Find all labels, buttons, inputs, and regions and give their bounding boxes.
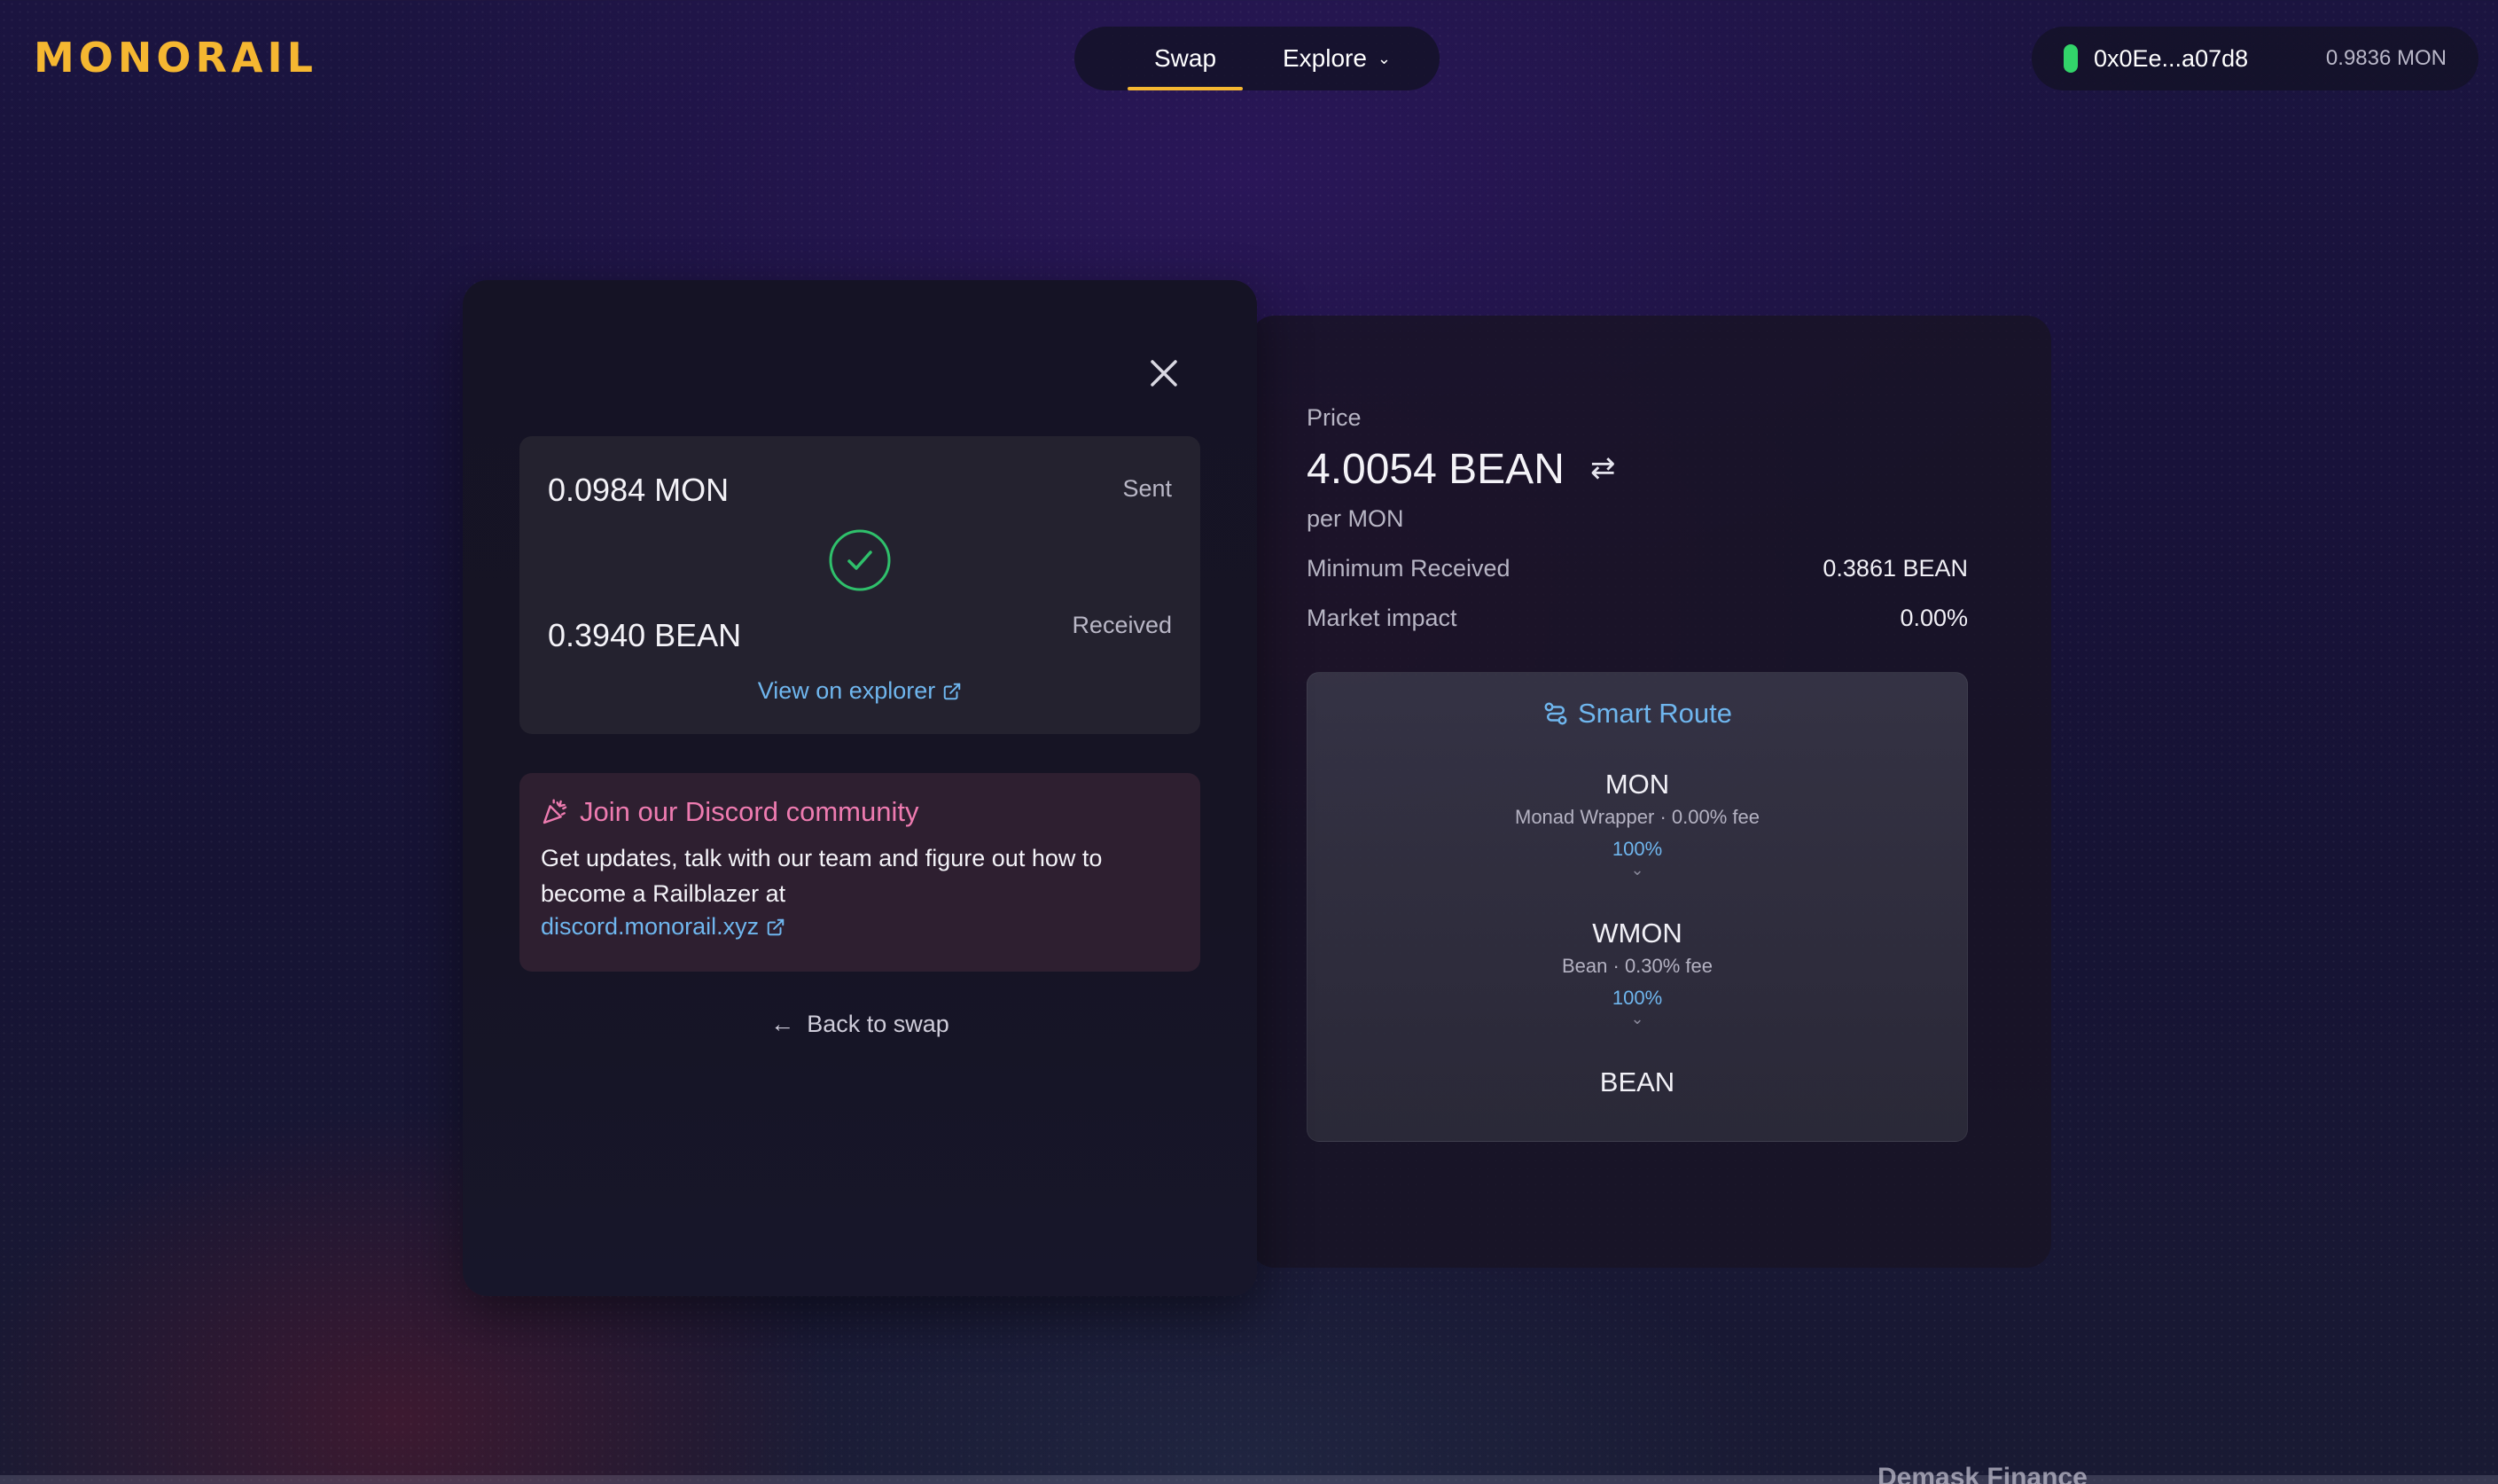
smart-route-box: Smart Route MON Monad Wrapper · 0.00% fe… — [1307, 672, 1968, 1142]
market-impact-label: Market impact — [1307, 605, 1457, 631]
hop-venue-name: Monad Wrapper — [1515, 806, 1655, 828]
monorail-logo[interactable]: MONORAIL — [34, 34, 317, 82]
wallet-balance: 0.9836 MON — [2325, 46, 2447, 70]
route-hop: WMON Bean · 0.30% fee 100% ⌄ — [1308, 918, 1967, 1028]
min-received-value: 0.3861 BEAN — [1823, 555, 1968, 582]
view-on-explorer-link[interactable]: View on explorer — [519, 677, 1200, 705]
discord-link-label: discord.monorail.xyz — [541, 913, 760, 940]
smart-route-label: Smart Route — [1577, 698, 1732, 729]
chevron-down-icon: ⌄ — [1630, 861, 1644, 879]
discord-title-label: Join our Discord community — [580, 796, 919, 827]
party-popper-icon — [543, 799, 567, 824]
hop-fee: 0.00% fee — [1671, 806, 1760, 828]
back-to-swap-label: Back to swap — [807, 1011, 949, 1037]
received-amount: 0.3940 BEAN — [548, 617, 742, 653]
hop-venue: Bean · 0.30% fee — [1561, 955, 1713, 977]
close-icon — [1151, 360, 1177, 387]
tab-explore[interactable]: Explore ⌄ — [1257, 27, 1417, 90]
tab-explore-label: Explore — [1282, 44, 1367, 72]
price-label: Price — [1307, 404, 1362, 431]
transaction-summary: 0.0984 MON Sent 0.3940 BEAN Received Vie… — [519, 436, 1200, 734]
discord-description: Get updates, talk with our team and figu… — [541, 845, 1103, 907]
min-received-label: Minimum Received — [1307, 555, 1511, 582]
main-nav: Swap Explore ⌄ — [1074, 27, 1440, 90]
swap-details-panel: Price 4.0054 BEAN ⇄ per MON Minimum Rece… — [1250, 316, 2051, 1268]
received-label: Received — [1072, 612, 1172, 638]
smart-route-title: Smart Route — [1308, 698, 1967, 730]
check-circle-icon — [829, 529, 891, 591]
explorer-link-label: View on explorer — [757, 677, 936, 704]
back-to-swap-link[interactable]: ← Back to swap — [463, 1011, 1257, 1038]
connection-status-icon — [2064, 44, 2078, 73]
discord-promo-card: Join our Discord community Get updates, … — [519, 773, 1200, 972]
route-hop: BEAN — [1308, 1066, 1967, 1098]
market-impact-value: 0.00% — [1900, 605, 1968, 631]
chevron-down-icon: ⌄ — [1630, 1010, 1644, 1027]
hop-share: 100% — [1612, 987, 1663, 1009]
bottom-divider — [0, 1475, 2498, 1484]
hop-venue-name: Bean — [1561, 955, 1608, 977]
hop-venue: Monad Wrapper · 0.00% fee — [1515, 806, 1760, 828]
sent-amount: 0.0984 MON — [548, 472, 730, 508]
external-link-icon — [944, 683, 961, 700]
hop-fee: 0.30% fee — [1624, 955, 1713, 977]
wallet-button[interactable]: 0x0Ee...a07d8 0.9836 MON — [2032, 27, 2478, 90]
swap-success-modal: 0.0984 MON Sent 0.3940 BEAN Received Vie… — [463, 280, 1257, 1296]
tab-swap-label: Swap — [1153, 44, 1217, 72]
price-value: 4.0054 BEAN — [1307, 446, 1565, 493]
sent-label: Sent — [1122, 475, 1172, 502]
route-hop: MON Monad Wrapper · 0.00% fee 100% ⌄ — [1308, 769, 1967, 879]
arrow-left-icon: ← — [770, 1011, 795, 1037]
hop-share: 100% — [1612, 838, 1663, 860]
hop-token: MON — [1604, 769, 1670, 800]
hop-token: WMON — [1592, 918, 1682, 949]
price-unit: per MON — [1307, 505, 1404, 532]
discord-link[interactable]: discord.monorail.xyz — [541, 913, 785, 941]
chevron-down-icon: ⌄ — [1377, 49, 1392, 67]
invert-price-icon[interactable]: ⇄ — [1590, 450, 1616, 486]
route-icon — [1544, 702, 1567, 725]
external-link-icon — [767, 918, 785, 936]
tab-swap[interactable]: Swap — [1101, 27, 1269, 90]
background-card-title: Demask Finance — [1877, 1463, 2088, 1484]
discord-title: Join our Discord community — [541, 796, 918, 828]
hop-token: BEAN — [1599, 1066, 1675, 1097]
wallet-address: 0x0Ee...a07d8 — [2094, 44, 2249, 72]
close-button[interactable] — [1144, 353, 1184, 394]
